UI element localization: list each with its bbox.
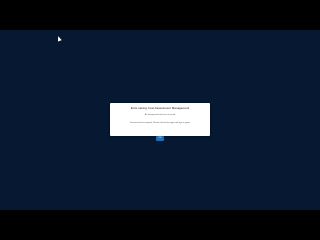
- dialog-subtitle: An unexpected error has occurred: [144, 114, 176, 116]
- error-dialog: Error saving Cost Assessment Management …: [110, 103, 210, 141]
- ok-button[interactable]: OK: [156, 136, 164, 141]
- dialog-title: Error saving Cost Assessment Management: [130, 106, 190, 110]
- dialog-message: Your session has expired. Please refresh…: [129, 122, 191, 124]
- screen: Error saving Cost Assessment Management …: [0, 0, 320, 240]
